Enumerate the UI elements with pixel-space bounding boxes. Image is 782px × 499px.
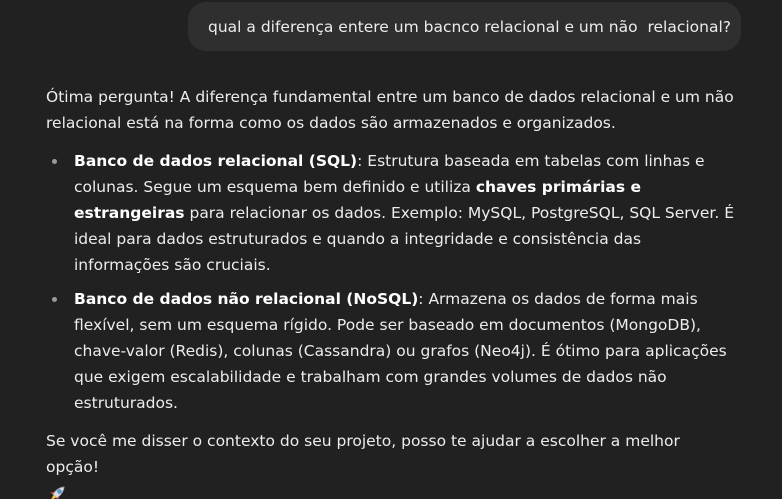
item-text: : Armazena os dados de forma mais flexív… (74, 290, 727, 412)
chat-conversation: qual a diferença entere um bacnco relaci… (0, 0, 782, 499)
bullet-dot (52, 159, 57, 164)
user-message-text: qual a diferença entere um bacnco relaci… (208, 17, 731, 36)
list-item: Banco de dados não relacional (NoSQL): A… (46, 286, 736, 416)
list-item: Banco de dados relacional (SQL): Estrutu… (46, 148, 736, 278)
item-title: Banco de dados relacional (SQL) (74, 152, 358, 170)
assistant-bullet-list: Banco de dados relacional (SQL): Estrutu… (46, 148, 736, 416)
assistant-message: Ótima pergunta! A diferença fundamental … (46, 84, 736, 499)
outro-text: Se você me disser o contexto do seu proj… (46, 432, 680, 476)
rocket-icon (46, 483, 68, 499)
item-title: Banco de dados não relacional (NoSQL) (74, 290, 419, 308)
assistant-intro: Ótima pergunta! A diferença fundamental … (46, 88, 734, 132)
user-message-bubble: qual a diferença entere um bacnco relaci… (188, 2, 741, 51)
bullet-dot (52, 297, 57, 302)
assistant-outro: Se você me disser o contexto do seu proj… (46, 428, 736, 499)
